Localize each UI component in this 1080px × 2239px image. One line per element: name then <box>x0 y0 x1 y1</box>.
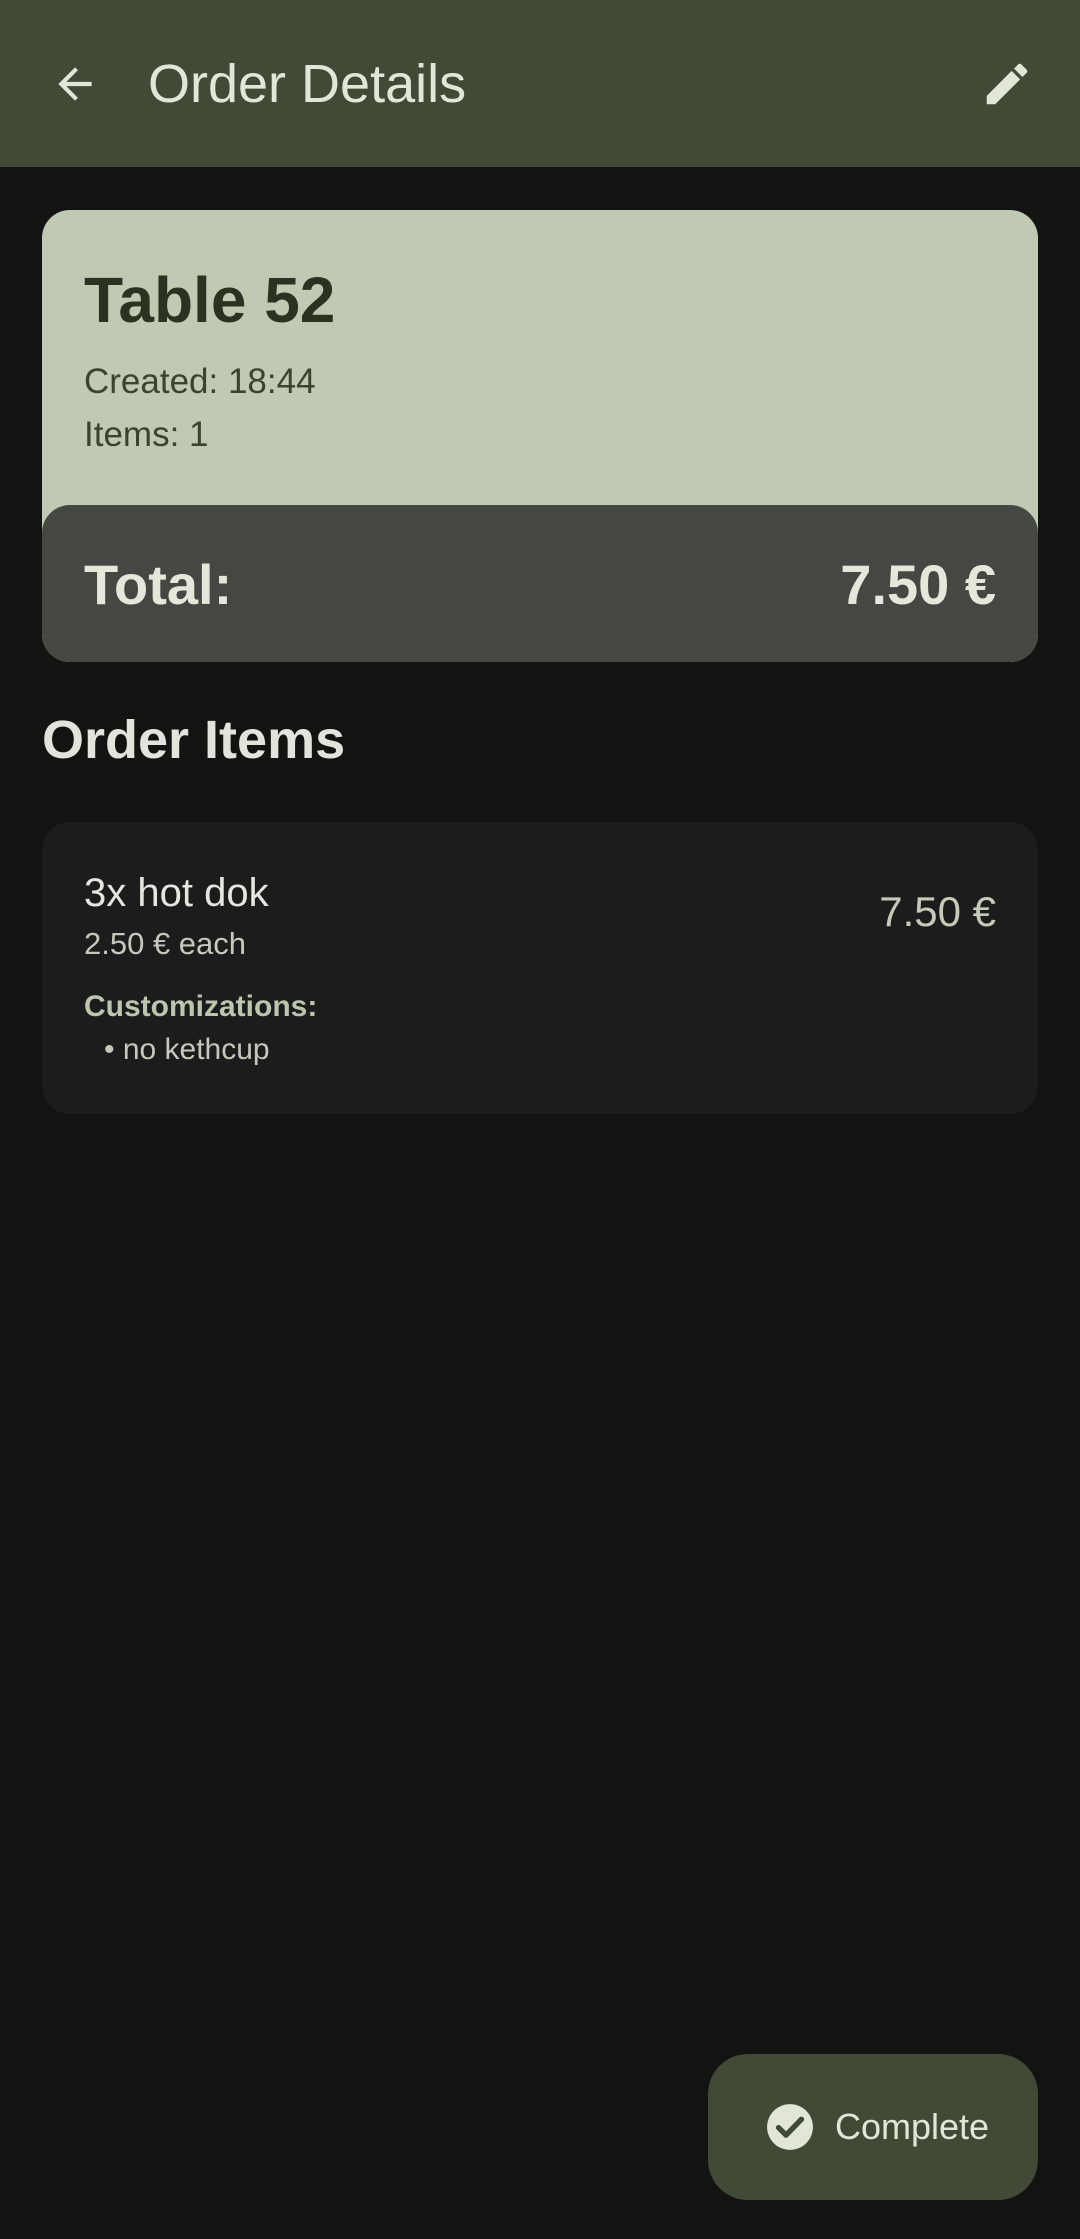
arrow-back-icon <box>58 67 92 101</box>
items-count: Items: 1 <box>84 415 209 454</box>
app-bar: Order Details <box>0 0 1080 167</box>
total-value: 7.50 € <box>840 553 996 616</box>
total-label: Total: <box>84 553 233 616</box>
customization-item: • no kethcup <box>104 1033 270 1066</box>
order-item-card[interactable]: 3x hot dok 2.50 € each Customizations: •… <box>42 822 1038 1114</box>
check-circle-icon <box>767 2104 813 2150</box>
total-bar: Total: 7.50 € <box>42 505 1038 662</box>
created-time: Created: 18:44 <box>84 362 316 401</box>
item-name: 3x hot dok <box>84 871 269 915</box>
table-name: Table 52 <box>84 264 336 336</box>
order-summary-card: Table 52 Created: 18:44 Items: 1 Total: … <box>42 210 1038 662</box>
page-title: Order Details <box>148 54 467 114</box>
customizations-label: Customizations: <box>84 990 318 1023</box>
order-items-heading: Order Items <box>42 710 346 770</box>
item-unit-price: 2.50 € each <box>84 926 247 961</box>
item-price: 7.50 € <box>879 888 996 935</box>
pencil-edit-icon <box>986 63 1028 105</box>
complete-label: Complete <box>835 2106 990 2147</box>
back-button[interactable] <box>30 39 120 129</box>
complete-button[interactable]: Complete <box>708 2054 1038 2200</box>
edit-button[interactable] <box>962 39 1052 129</box>
